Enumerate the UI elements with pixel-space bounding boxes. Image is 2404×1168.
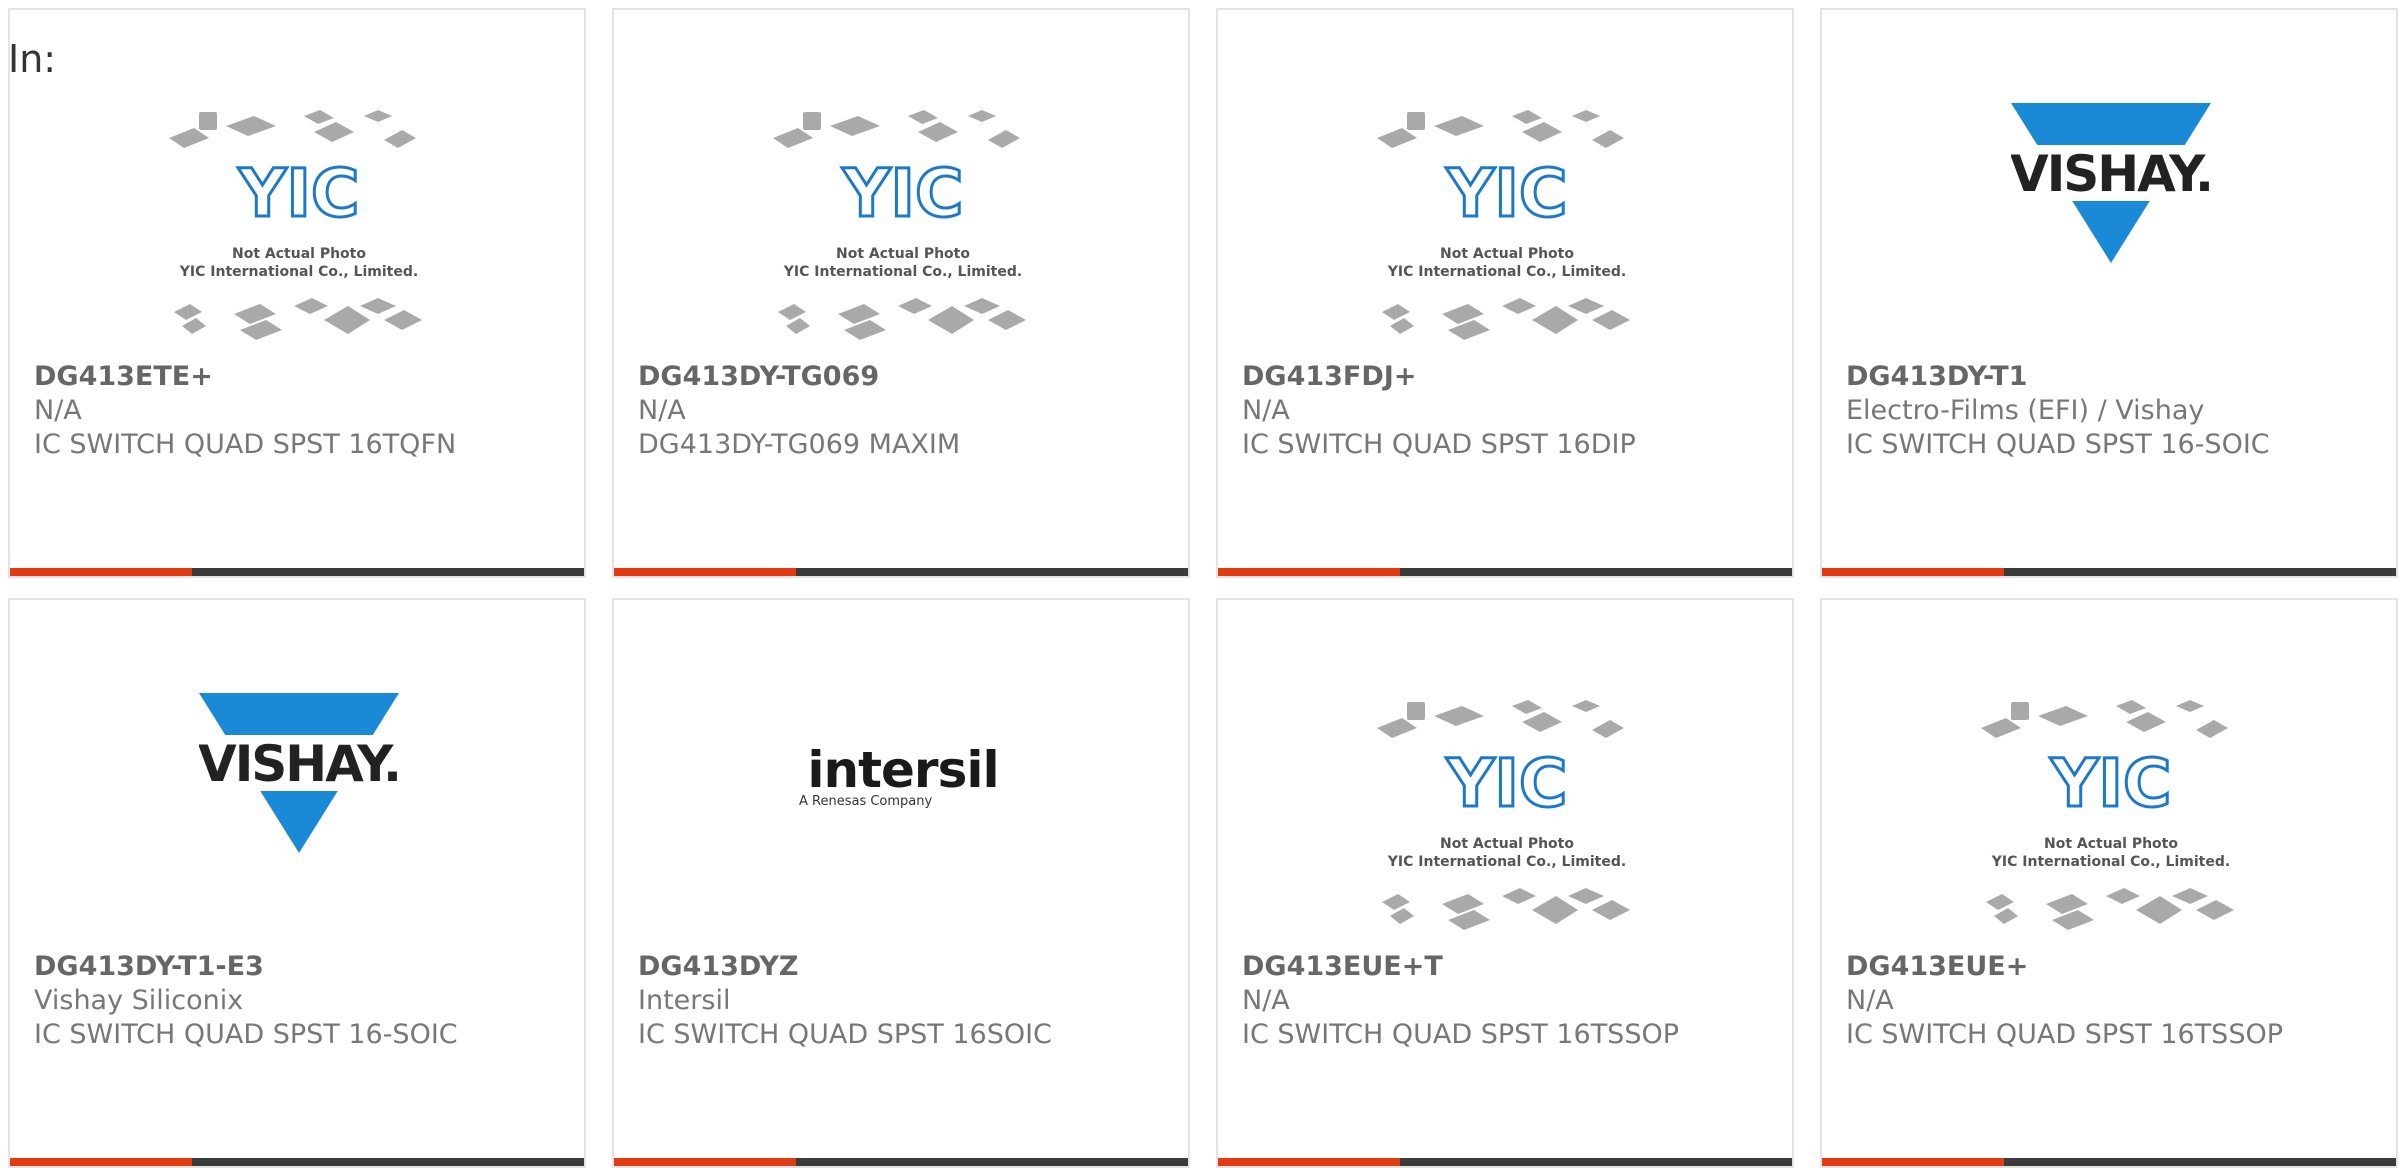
description: IC SWITCH QUAD SPST 16SOIC xyxy=(638,1019,1052,1050)
card-accent-bar xyxy=(614,568,796,576)
product-card[interactable]: VISHAY. DG413DY-T1 Electro-Films (EFI) /… xyxy=(1820,8,2398,578)
intersil-logo-subtext: A Renesas Company xyxy=(799,794,933,809)
yic-placeholder-image: YIC Not Actual Photo YIC International C… xyxy=(1377,110,1630,340)
card-accent-bar xyxy=(1218,1158,1400,1166)
card-accent-bar xyxy=(1822,568,2004,576)
manufacturer: N/A xyxy=(34,395,82,426)
yic-brand-mark: YIC xyxy=(238,155,360,232)
part-number[interactable]: DG413ETE+ xyxy=(34,360,574,394)
manufacturer: Vishay Siliconix xyxy=(34,985,244,1016)
yic-placeholder-image: YIC Not Actual Photo YIC International C… xyxy=(169,110,422,340)
yic-brand-mark: YIC xyxy=(1446,155,1568,232)
manufacturer: N/A xyxy=(1242,985,1290,1016)
product-card[interactable]: YIC Not Actual Photo YIC International C… xyxy=(1216,598,1794,1168)
product-card[interactable]: YIC Not Actual Photo YIC International C… xyxy=(612,8,1190,578)
part-number[interactable]: DG413DY-T1 xyxy=(1846,360,2386,394)
yic-brand-mark: YIC xyxy=(842,155,964,232)
vishay-logo: VISHAY. xyxy=(199,692,399,853)
intersil-logo-text: intersil xyxy=(807,745,998,799)
product-image[interactable]: YIC Not Actual Photo YIC International C… xyxy=(1218,90,1792,350)
description: IC SWITCH QUAD SPST 16TSSOP xyxy=(1846,1019,2283,1050)
yic-placeholder-image: YIC Not Actual Photo YIC International C… xyxy=(773,110,1026,340)
placeholder-line-1: Not Actual Photo xyxy=(1440,836,1574,852)
product-card[interactable]: YIC Not Actual Photo YIC International C… xyxy=(8,8,586,578)
product-card[interactable]: YIC Not Actual Photo YIC International C… xyxy=(1216,8,1794,578)
yic-brand-mark: YIC xyxy=(1446,745,1568,822)
manufacturer: Intersil xyxy=(638,985,731,1016)
card-bottom-bar xyxy=(10,1158,584,1166)
intersil-logo: intersil A Renesas Company xyxy=(799,745,1000,809)
placeholder-line-2: YIC International Co., Limited. xyxy=(783,264,1022,280)
part-number[interactable]: DG413DYZ xyxy=(638,950,1178,984)
product-card[interactable]: intersil A Renesas Company DG413DYZ Inte… xyxy=(612,598,1190,1168)
product-image[interactable]: YIC Not Actual Photo YIC International C… xyxy=(1218,680,1792,940)
placeholder-line-2: YIC International Co., Limited. xyxy=(1991,854,2230,870)
description: IC SWITCH QUAD SPST 16-SOIC xyxy=(1846,429,2270,460)
product-image[interactable]: VISHAY. xyxy=(10,680,584,880)
card-accent-bar xyxy=(10,1158,192,1166)
product-image[interactable]: YIC Not Actual Photo YIC International C… xyxy=(10,90,584,350)
card-accent-bar xyxy=(1218,568,1400,576)
placeholder-line-1: Not Actual Photo xyxy=(1440,246,1574,262)
part-number[interactable]: DG413EUE+T xyxy=(1242,950,1782,984)
part-number[interactable]: DG413DY-TG069 xyxy=(638,360,1178,394)
vishay-logo: VISHAY. xyxy=(2011,102,2211,263)
card-bottom-bar xyxy=(614,1158,1188,1166)
vishay-logo-text: VISHAY. xyxy=(2011,145,2211,203)
card-bottom-bar xyxy=(614,568,1188,576)
description: DG413DY-TG069 MAXIM xyxy=(638,429,961,460)
search-in-label: In: xyxy=(8,37,57,81)
part-number[interactable]: DG413DY-T1-E3 xyxy=(34,950,574,984)
placeholder-line-1: Not Actual Photo xyxy=(2044,836,2178,852)
placeholder-line-2: YIC International Co., Limited. xyxy=(179,264,418,280)
description: IC SWITCH QUAD SPST 16DIP xyxy=(1242,429,1636,460)
yic-placeholder-image: YIC Not Actual Photo YIC International C… xyxy=(1981,700,2234,930)
part-number[interactable]: DG413EUE+ xyxy=(1846,950,2386,984)
card-accent-bar xyxy=(10,568,192,576)
card-accent-bar xyxy=(1822,1158,2004,1166)
vishay-logo-text: VISHAY. xyxy=(199,735,399,793)
manufacturer: Electro-Films (EFI) / Vishay xyxy=(1846,395,2205,426)
yic-placeholder-image: YIC Not Actual Photo YIC International C… xyxy=(1377,700,1630,930)
card-bottom-bar xyxy=(10,568,584,576)
card-bottom-bar xyxy=(1822,1158,2396,1166)
product-grid: YIC Not Actual Photo YIC International C… xyxy=(0,0,2404,1168)
product-image[interactable]: intersil A Renesas Company xyxy=(614,680,1188,880)
manufacturer: N/A xyxy=(638,395,686,426)
description: IC SWITCH QUAD SPST 16-SOIC xyxy=(34,1019,458,1050)
card-bottom-bar xyxy=(1218,1158,1792,1166)
product-image[interactable]: YIC Not Actual Photo YIC International C… xyxy=(1822,680,2396,940)
product-image[interactable]: VISHAY. xyxy=(1822,90,2396,290)
placeholder-line-1: Not Actual Photo xyxy=(836,246,970,262)
part-number[interactable]: DG413FDJ+ xyxy=(1242,360,1782,394)
manufacturer: N/A xyxy=(1242,395,1290,426)
product-card[interactable]: YIC Not Actual Photo YIC International C… xyxy=(1820,598,2398,1168)
placeholder-line-2: YIC International Co., Limited. xyxy=(1387,854,1626,870)
description: IC SWITCH QUAD SPST 16TQFN xyxy=(34,429,457,460)
manufacturer: N/A xyxy=(1846,985,1894,1016)
placeholder-line-2: YIC International Co., Limited. xyxy=(1387,264,1626,280)
card-bottom-bar xyxy=(1218,568,1792,576)
placeholder-line-1: Not Actual Photo xyxy=(232,246,366,262)
yic-brand-mark: YIC xyxy=(2050,745,2172,822)
product-card[interactable]: VISHAY. DG413DY-T1-E3 Vishay Siliconix I… xyxy=(8,598,586,1168)
product-image[interactable]: YIC Not Actual Photo YIC International C… xyxy=(614,90,1188,350)
card-bottom-bar xyxy=(1822,568,2396,576)
description: IC SWITCH QUAD SPST 16TSSOP xyxy=(1242,1019,1679,1050)
card-accent-bar xyxy=(614,1158,796,1166)
